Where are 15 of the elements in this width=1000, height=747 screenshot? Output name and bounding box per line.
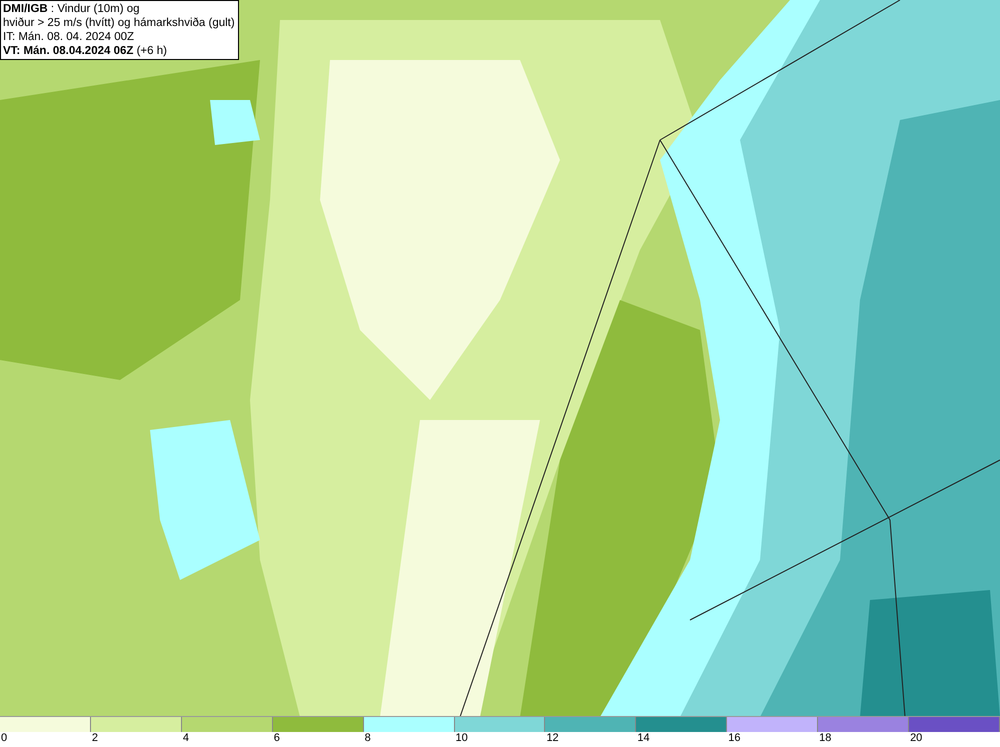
legend-label: 20 [910,732,922,746]
info-text: hviður > 25 m/s (hvítt) og hámarkshviða (gult) [3,16,235,30]
legend-label: 4 [182,732,189,746]
legend-label: 6 [274,732,280,746]
legend-label: 14 [637,732,650,746]
legend-label: 18 [819,732,832,746]
info-text: VT: Mán. 08.04.2024 06Z (+6 h) [3,44,168,58]
info-text: IT: Mán. 08. 04. 2024 00Z [3,30,136,44]
legend-label: 2 [92,732,98,746]
legend-label: 16 [728,732,740,746]
legend-label: 12 [546,732,559,746]
info-text: DMI/IGB : Vindur (10m) og [3,2,141,16]
legend-label: 10 [456,732,468,746]
legend-label: 0 [1,732,8,746]
legend-label: 8 [364,732,371,746]
